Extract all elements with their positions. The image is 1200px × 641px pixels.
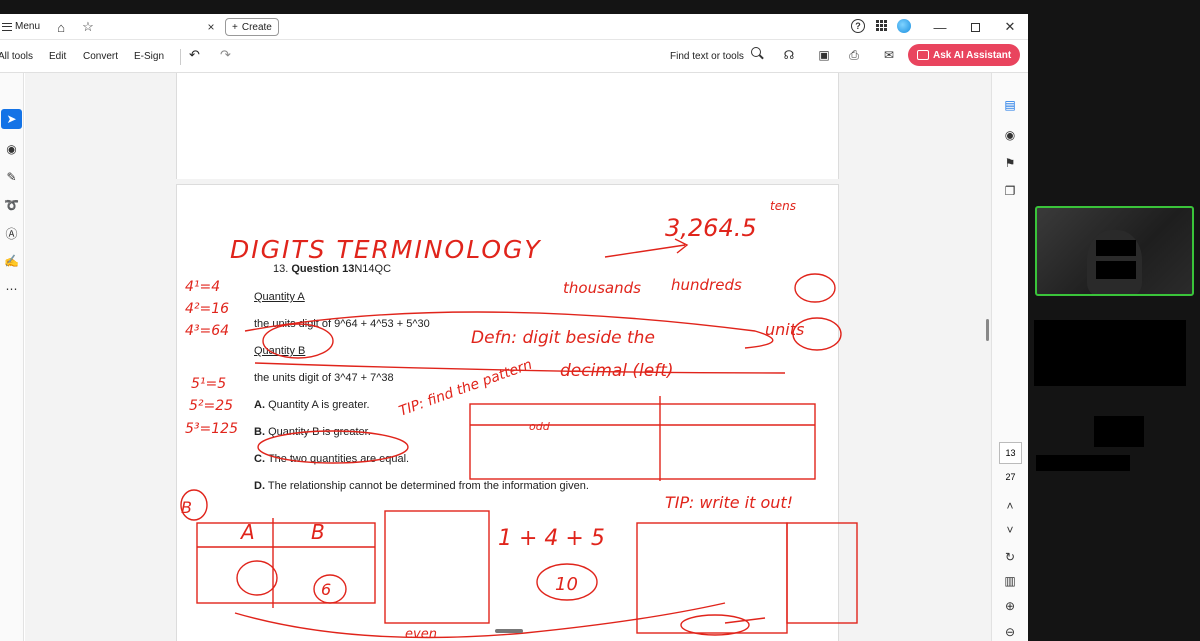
ink-power-5-1: 5¹=5: [191, 376, 226, 392]
create-label: Create: [241, 21, 272, 33]
page-down-icon[interactable]: ˅: [1002, 522, 1018, 538]
comments-panel-icon[interactable]: ◉: [1002, 127, 1018, 143]
ink-table-powers: [469, 403, 816, 480]
ai-assistant-icon: [917, 50, 929, 60]
read-aloud-icon[interactable]: ☊: [781, 47, 797, 63]
menu-label: Menu: [15, 21, 41, 32]
ink-hundreds: hundreds: [671, 276, 742, 294]
ink-circle-option-b: [257, 430, 409, 464]
right-tool-rail: ▤ ◉ ⚑ ❐ 13 27 ˄ ˅ ↻ ▥ ⊕ ⊖: [991, 73, 1028, 641]
ink-box-threes: [636, 522, 788, 634]
toolbar-divider: [180, 49, 181, 65]
ink-write-it-out: TIP: write it out!: [665, 493, 793, 512]
copy-pages-icon[interactable]: ❐: [1002, 183, 1018, 199]
ink-odd: odd: [529, 420, 551, 433]
ink-power-4-1: 4¹=4: [185, 279, 220, 295]
bookmarks-icon[interactable]: ⚑: [1002, 155, 1018, 171]
ink-find-the-pattern: TIP: find the pattern: [397, 357, 534, 420]
ink-annotations: DIGITS TERMINOLOGY 3,264.5 tens thousand…: [180, 199, 858, 641]
refresh-icon[interactable]: ↻: [1002, 549, 1018, 565]
ink-arrow-result: [724, 617, 766, 624]
hamburger-icon: [2, 22, 12, 31]
maximize-icon[interactable]: [964, 18, 986, 36]
select-cursor-icon[interactable]: ➤: [1, 109, 22, 129]
ink-power-4-3: 4³=64: [185, 323, 229, 339]
ink-result-a: 10: [555, 574, 578, 595]
plus-icon: +: [232, 21, 238, 33]
ink-table-answer: [196, 522, 376, 604]
help-icon[interactable]: ?: [851, 19, 865, 33]
zoom-in-icon[interactable]: ⊕: [1002, 598, 1018, 614]
participant-name-bar: [1036, 455, 1130, 471]
find-text-input[interactable]: Find text or tools: [670, 51, 744, 62]
participant-tile[interactable]: [1034, 320, 1186, 386]
ink-even: even: [405, 627, 437, 641]
vertical-scrollbar[interactable]: [986, 319, 989, 341]
ink-heading: DIGITS TERMINOLOGY: [230, 235, 542, 264]
current-page-input[interactable]: 13: [999, 442, 1022, 464]
save-icon[interactable]: ▣: [816, 47, 832, 63]
page-up-icon[interactable]: ˄: [1002, 498, 1018, 514]
horizontal-scrollbar[interactable]: [495, 629, 523, 633]
close-tab-icon[interactable]: ×: [204, 19, 218, 35]
ink-circle-pattern: [680, 614, 750, 636]
ink-number-example: 3,264.5: [665, 214, 757, 242]
close-window-icon[interactable]: ✕: [999, 18, 1021, 36]
webcam-tile[interactable]: [1035, 206, 1194, 296]
title-bar: Menu ⌂ ☆ × + Create ? — ✕: [0, 14, 1028, 40]
redaction-bar: [1096, 261, 1136, 279]
more-tools-icon[interactable]: ⋯: [1, 279, 22, 299]
ink-power-4-2: 4²=16: [185, 301, 229, 317]
participant-tile[interactable]: [1094, 416, 1144, 447]
total-pages: 27: [1005, 472, 1016, 482]
ink-sum-a: 1 + 4 + 5: [498, 526, 605, 551]
ink-thousands: thousands: [563, 279, 641, 297]
home-icon[interactable]: ⌂: [52, 18, 70, 36]
account-avatar[interactable]: [897, 19, 911, 33]
page-thumbnail-icon[interactable]: ▥: [1002, 573, 1018, 589]
main-toolbar: All tools Edit Convert E-Sign ↶ ↷ Find t…: [0, 40, 1028, 73]
ask-ai-assistant-button[interactable]: Ask AI Assistant: [908, 44, 1021, 66]
highlight-pen-icon[interactable]: ✎: [1, 167, 22, 187]
email-icon[interactable]: ✉: [881, 47, 897, 63]
comment-icon[interactable]: ◉: [1, 139, 22, 159]
ink-tens: tens: [770, 199, 796, 213]
video-call-panel: [1030, 0, 1200, 641]
ink-circle-tenths: [794, 273, 836, 303]
ai-assistant-label: Ask AI Assistant: [933, 49, 1012, 61]
draw-loop-icon[interactable]: ➰: [1, 195, 22, 215]
ai-summary-icon[interactable]: ▤: [1002, 97, 1018, 113]
all-tools-tab[interactable]: All tools: [0, 51, 33, 62]
left-tool-rail: ➤ ◉ ✎ ➰ Ⓐ ✍ ⋯: [0, 73, 24, 641]
edit-tab[interactable]: Edit: [49, 51, 66, 62]
ink-circle-units-digit: [262, 323, 334, 359]
star-icon[interactable]: ☆: [79, 18, 97, 36]
zoom-out-icon[interactable]: ⊖: [1002, 624, 1018, 640]
undo-icon[interactable]: ↶: [189, 47, 200, 63]
redo-icon[interactable]: ↷: [220, 47, 231, 63]
ink-circle-a-value: [236, 560, 278, 596]
ink-power-5-3: 5³=125: [185, 421, 238, 437]
ink-definition: Defn: digit beside the: [471, 328, 655, 348]
ink-units: units: [765, 320, 804, 339]
create-button[interactable]: + Create: [225, 18, 279, 36]
ink-cell-b: 6: [321, 580, 331, 599]
stamp-icon[interactable]: ✍: [1, 251, 22, 271]
esign-tab[interactable]: E-Sign: [134, 51, 164, 62]
redaction-bar: [1096, 240, 1136, 256]
text-box-icon[interactable]: Ⓐ: [1, 223, 22, 243]
apps-grid-icon[interactable]: [875, 19, 889, 33]
ink-box-nines: [384, 510, 490, 624]
search-icon[interactable]: [750, 46, 764, 60]
pdf-app-window: Menu ⌂ ☆ × + Create ? — ✕ All tools Edit: [0, 14, 1028, 641]
print-icon[interactable]: ⎙: [846, 47, 862, 63]
menu-button[interactable]: Menu: [2, 21, 40, 32]
ink-power-5-2: 5²=25: [189, 398, 233, 414]
convert-tab[interactable]: Convert: [83, 51, 118, 62]
ink-answer: B: [181, 498, 192, 517]
ink-box-sevens: [786, 522, 858, 624]
minimize-icon[interactable]: —: [929, 18, 951, 36]
document-viewer[interactable]: 13. Question 13N14QC Quantity A the unit…: [25, 73, 991, 641]
